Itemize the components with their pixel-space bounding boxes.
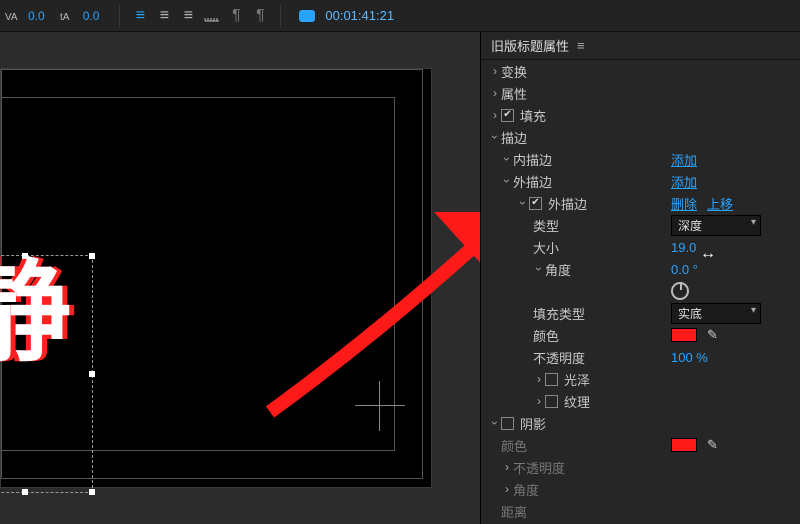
panel-title-label: 旧版标题属性 [491,36,569,55]
add-inner-stroke-link[interactable]: 添加 [671,150,697,169]
center-crosshair [379,381,380,431]
selection-box[interactable] [0,255,93,493]
twirl-icon[interactable] [533,394,545,408]
twirl-icon[interactable] [489,108,501,122]
leading-value[interactable]: 0.0 [83,9,100,23]
show-video-icon[interactable] [299,10,315,22]
twirl-icon[interactable] [533,262,545,276]
stroke-color-row: 颜色 ✎ [481,324,800,346]
fill-checkbox[interactable] [501,109,514,122]
fill-type-select[interactable]: 实底 [671,303,761,324]
stroke-angle-value[interactable]: 0.0 ° [671,262,698,277]
section-stroke[interactable]: 描边 [481,126,800,148]
eyedropper-icon[interactable]: ✎ [707,437,718,453]
resize-handle[interactable] [89,489,95,495]
outer-stroke-item[interactable]: 外描边 删除 上移 [481,192,800,214]
title-canvas[interactable]: 静 [0,32,480,524]
stroke-opacity-row: 不透明度 100 % [481,346,800,368]
twirl-icon[interactable] [517,196,529,210]
angle-dial[interactable] [671,282,689,300]
stroke-type-select[interactable]: 深度 [671,215,761,236]
legacy-title-properties-panel: 旧版标题属性 ≡ 变换 属性 填充 描边 内描边 添加 外描边 添加 [480,32,800,524]
timecode[interactable]: 00:01:41:21 [325,8,394,23]
shadow-color-row: 颜色 ✎ [481,434,800,456]
resize-handle[interactable] [22,253,28,259]
svg-text:tA: tA [60,12,70,23]
stroke-opacity-value[interactable]: 100 % [671,350,708,365]
toolbar-separator-2 [280,5,281,27]
twirl-icon[interactable] [489,416,501,430]
section-transform[interactable]: 变换 [481,60,800,82]
resize-handle[interactable] [22,489,28,495]
add-outer-stroke-link[interactable]: 添加 [671,172,697,191]
eyedropper-icon[interactable]: ✎ [707,327,718,343]
move-up-link[interactable]: 上移 [707,194,733,213]
shadow-checkbox[interactable] [501,417,514,430]
toolbar-separator [119,5,120,27]
shadow-distance-row: 距离 [481,500,800,522]
shadow-opacity-row: 不透明度 [481,456,800,478]
twirl-icon[interactable] [501,174,513,188]
stroke-size-value[interactable]: 19.0 [671,240,696,255]
sheen-row[interactable]: 光泽 [481,368,800,390]
shadow-angle-row: 角度 [481,478,800,500]
twirl-icon[interactable] [501,482,513,496]
inner-stroke-row[interactable]: 内描边 添加 [481,148,800,170]
kerning-value[interactable]: 0.0 [28,9,45,23]
twirl-icon[interactable] [501,460,513,474]
shadow-color-swatch[interactable] [671,438,697,452]
center-crosshair [355,405,405,406]
svg-text:VA: VA [5,12,18,23]
kerning-icon[interactable]: VA [4,6,24,26]
section-fill[interactable]: 填充 [481,104,800,126]
align-right-icon[interactable]: ≡ [178,6,198,26]
tab-stops-icon[interactable] [202,6,222,26]
twirl-icon[interactable] [489,86,501,100]
stroke-angle-row: 角度 0.0 ° [481,258,800,280]
texture-checkbox[interactable] [545,395,558,408]
sheen-checkbox[interactable] [545,373,558,386]
twirl-icon[interactable] [489,130,501,144]
resize-handle[interactable] [89,253,95,259]
video-stage: 静 [0,68,432,488]
main-split: 静 旧版标题属性 ≡ 变换 [0,32,800,524]
twirl-icon[interactable] [501,152,513,166]
show-paragraph-icon[interactable]: ¶ [226,6,246,26]
outer-stroke-row[interactable]: 外描边 添加 [481,170,800,192]
panel-title: 旧版标题属性 ≡ [481,32,800,60]
paragraph-icon[interactable]: ¶ [250,6,270,26]
delete-stroke-link[interactable]: 删除 [671,194,697,213]
outer-stroke-checkbox[interactable] [529,197,542,210]
align-center-icon[interactable]: ≡ [154,6,174,26]
texture-row[interactable]: 纹理 [481,390,800,412]
section-properties[interactable]: 属性 [481,82,800,104]
resize-handle[interactable] [89,371,95,377]
stroke-type-row: 类型 深度 [481,214,800,236]
stroke-size-row: 大小 19.0 [481,236,800,258]
title-toolbar: VA 0.0 tA 0.0 ≡ ≡ ≡ ¶ ¶ 00:01:41:21 [0,0,800,32]
fill-type-row: 填充类型 实底 [481,302,800,324]
panel-menu-icon[interactable]: ≡ [577,38,585,53]
twirl-icon[interactable] [533,372,545,386]
stroke-color-swatch[interactable] [671,328,697,342]
section-shadow[interactable]: 阴影 [481,412,800,434]
angle-dial-row [481,280,800,302]
leading-icon[interactable]: tA [59,6,79,26]
twirl-icon[interactable] [489,64,501,78]
align-left-icon[interactable]: ≡ [130,6,150,26]
